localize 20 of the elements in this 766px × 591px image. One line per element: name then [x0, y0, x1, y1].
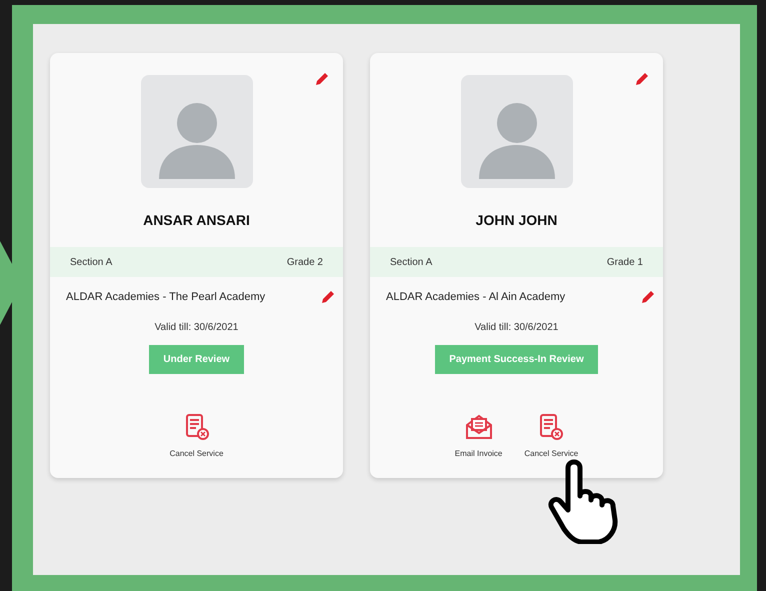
avatar-icon: [460, 75, 572, 188]
edit-icon[interactable]: [641, 290, 655, 304]
grade-label: Grade 2: [286, 256, 323, 270]
student-name: ANSAR ANSARI: [142, 211, 251, 230]
document-cancel-icon: [184, 414, 208, 440]
school-name: ALDAR Academies - Al Ain Academy: [386, 290, 566, 305]
validity-text: Valid till: 30/6/2021: [154, 320, 240, 334]
envelope-icon: [464, 414, 493, 440]
action-button[interactable]: Email Invoice: [454, 414, 502, 460]
section-label: Section A: [70, 256, 112, 270]
avatar-icon: [140, 75, 252, 188]
grade-label: Grade 1: [606, 256, 643, 270]
validity-text: Valid till: 30/6/2021: [474, 320, 560, 334]
school-name: ALDAR Academies - The Pearl Academy: [66, 290, 266, 305]
student-name: JOHN JOHN: [474, 211, 558, 230]
document-cancel-icon: [539, 414, 564, 440]
section-label: Section A: [390, 256, 432, 270]
edit-icon[interactable]: [321, 290, 335, 304]
action-button[interactable]: Cancel Service: [524, 414, 578, 460]
action-button[interactable]: Cancel Service: [170, 414, 224, 460]
